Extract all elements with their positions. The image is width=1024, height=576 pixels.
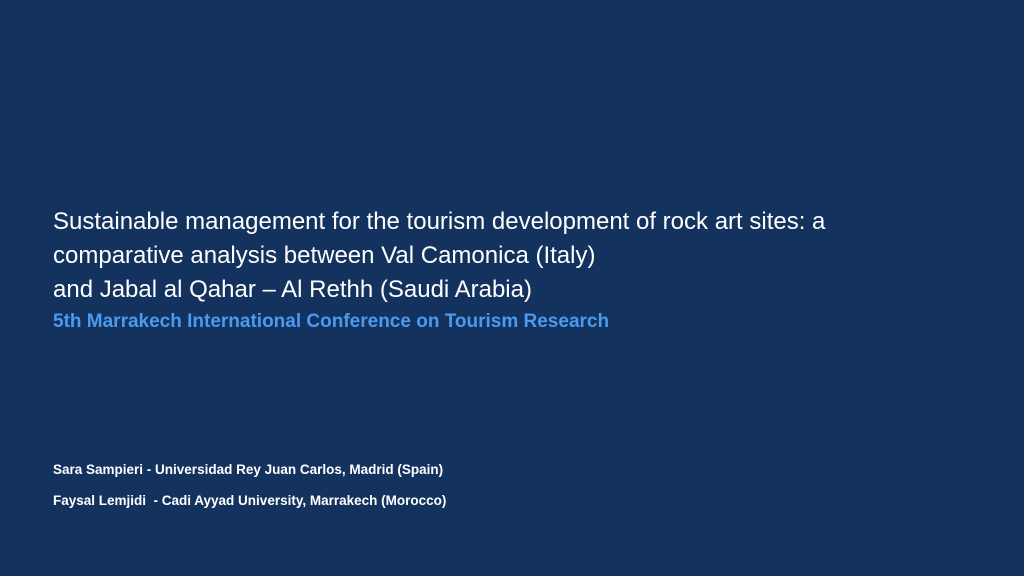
authors-block: Sara Sampieri - Universidad Rey Juan Car… bbox=[53, 460, 753, 522]
slide-title-line-3: and Jabal al Qahar – Al Rethh (Saudi Ara… bbox=[53, 276, 532, 303]
title-block: Sustainable management for the tourism d… bbox=[53, 205, 993, 335]
author-line-1: Sara Sampieri - Universidad Rey Juan Car… bbox=[53, 462, 444, 477]
slide-title-line-1: Sustainable management for the tourism d… bbox=[53, 208, 826, 235]
presentation-slide: Sustainable management for the tourism d… bbox=[0, 0, 1024, 576]
author-line-2: Faysal Lemjidi - Cadi Ayyad University, … bbox=[53, 493, 447, 508]
conference-subtitle: 5th Marrakech International Conference o… bbox=[53, 311, 610, 332]
slide-title-line-2: comparative analysis between Val Camonic… bbox=[53, 242, 596, 269]
